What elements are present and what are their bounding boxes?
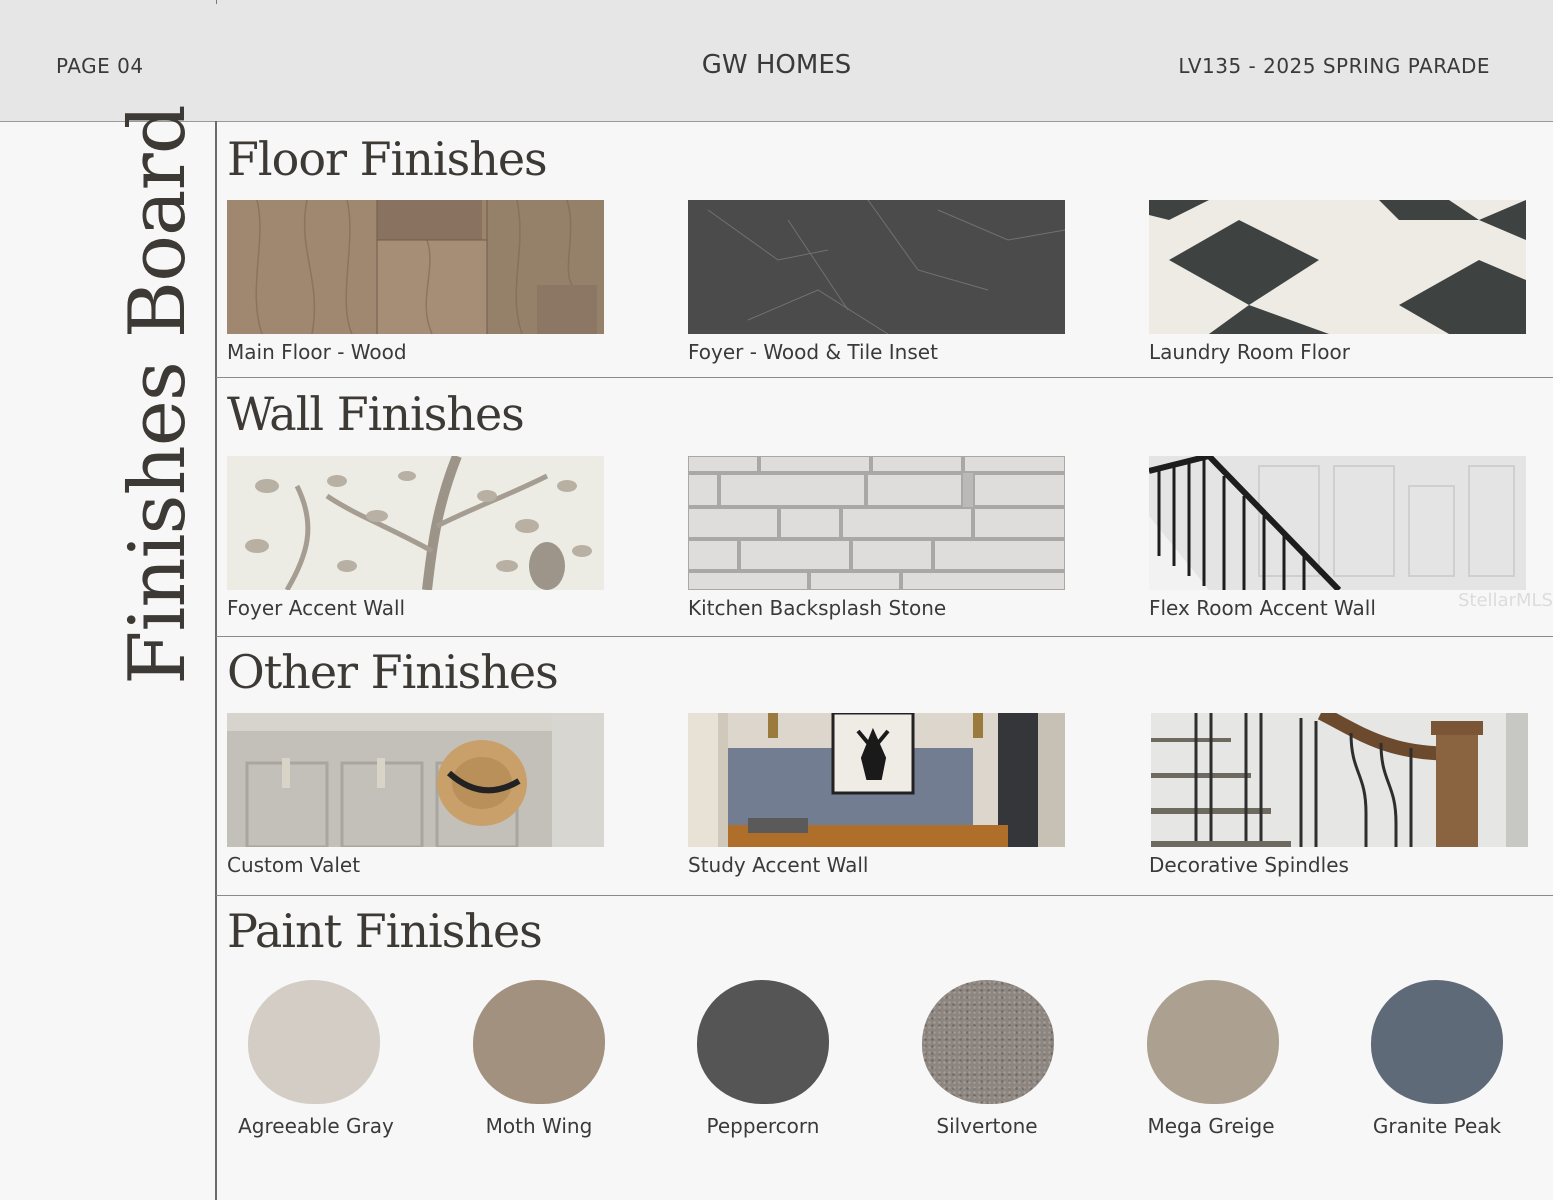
study-accent-wall-caption: Study Accent Wall <box>688 853 869 877</box>
flex-room-wall-image <box>1149 456 1526 590</box>
decorative-spindles-caption: Decorative Spindles <box>1149 853 1349 877</box>
paint-swatch-granite-peak <box>1371 980 1503 1104</box>
header-tick <box>216 0 217 4</box>
flex-room-wall-caption: Flex Room Accent Wall <box>1149 596 1376 620</box>
main-floor-wood-caption: Main Floor - Wood <box>227 340 407 364</box>
section-divider-2 <box>216 636 1553 637</box>
project-name: LV135 - 2025 SPRING PARADE <box>1178 54 1490 78</box>
sidebar-divider <box>215 121 217 1200</box>
foyer-accent-wall-image <box>227 456 604 590</box>
board-title: Finishes Board <box>113 105 203 685</box>
paint-label-silvertone: Silvertone <box>936 1114 1038 1138</box>
paint-label-granite-peak: Granite Peak <box>1372 1114 1502 1138</box>
paint-swatch-peppercorn <box>697 980 829 1104</box>
study-accent-wall-image <box>688 713 1065 847</box>
watermark: StellarMLS <box>1458 590 1553 611</box>
foyer-tile-caption: Foyer - Wood & Tile Inset <box>688 340 938 364</box>
paint-finishes-title: Paint Finishes <box>227 904 543 958</box>
page-header: PAGE 04 GW HOMES LV135 - 2025 SPRING PAR… <box>0 0 1553 122</box>
foyer-accent-wall-caption: Foyer Accent Wall <box>227 596 406 620</box>
main-floor-wood-image <box>227 200 604 334</box>
paint-label-agreeable-gray: Agreeable Gray <box>238 1114 394 1138</box>
laundry-floor-image <box>1149 200 1526 334</box>
foyer-tile-image <box>688 200 1065 334</box>
paint-swatch-mega-greige <box>1147 980 1279 1104</box>
paint-swatch-moth-wing <box>473 980 605 1104</box>
paint-swatch-silvertone <box>922 980 1054 1104</box>
section-divider-3 <box>216 895 1553 896</box>
paint-swatch-agreeable-gray <box>248 980 380 1104</box>
section-divider-1 <box>216 377 1553 378</box>
paint-label-moth-wing: Moth Wing <box>485 1114 593 1138</box>
decorative-spindles-image <box>1151 713 1528 847</box>
other-finishes-title: Other Finishes <box>227 645 559 699</box>
laundry-floor-caption: Laundry Room Floor <box>1149 340 1350 364</box>
kitchen-backsplash-image <box>688 456 1065 590</box>
kitchen-backsplash-caption: Kitchen Backsplash Stone <box>688 596 947 620</box>
paint-label-mega-greige: Mega Greige <box>1147 1114 1275 1138</box>
custom-valet-caption: Custom Valet <box>227 853 361 877</box>
custom-valet-image <box>227 713 604 847</box>
wall-finishes-title: Wall Finishes <box>227 387 525 441</box>
paint-label-peppercorn: Peppercorn <box>706 1114 820 1138</box>
floor-finishes-title: Floor Finishes <box>227 132 548 186</box>
